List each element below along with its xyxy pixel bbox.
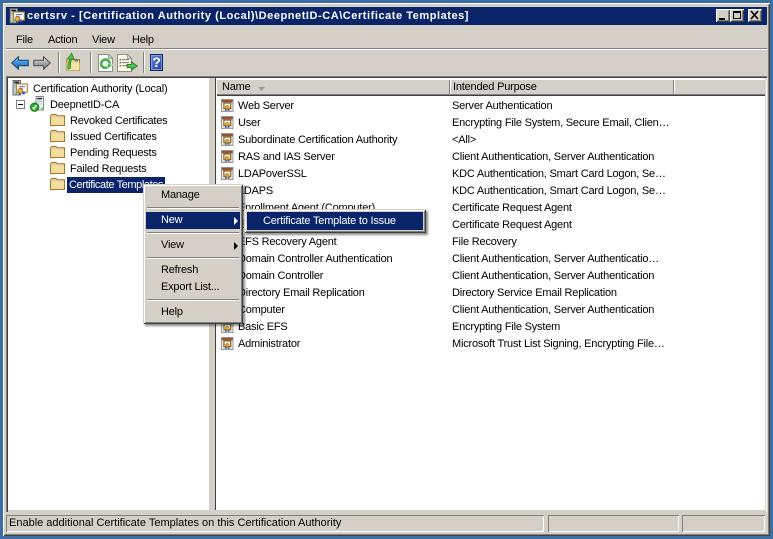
svg-text:?: ?	[152, 54, 160, 70]
